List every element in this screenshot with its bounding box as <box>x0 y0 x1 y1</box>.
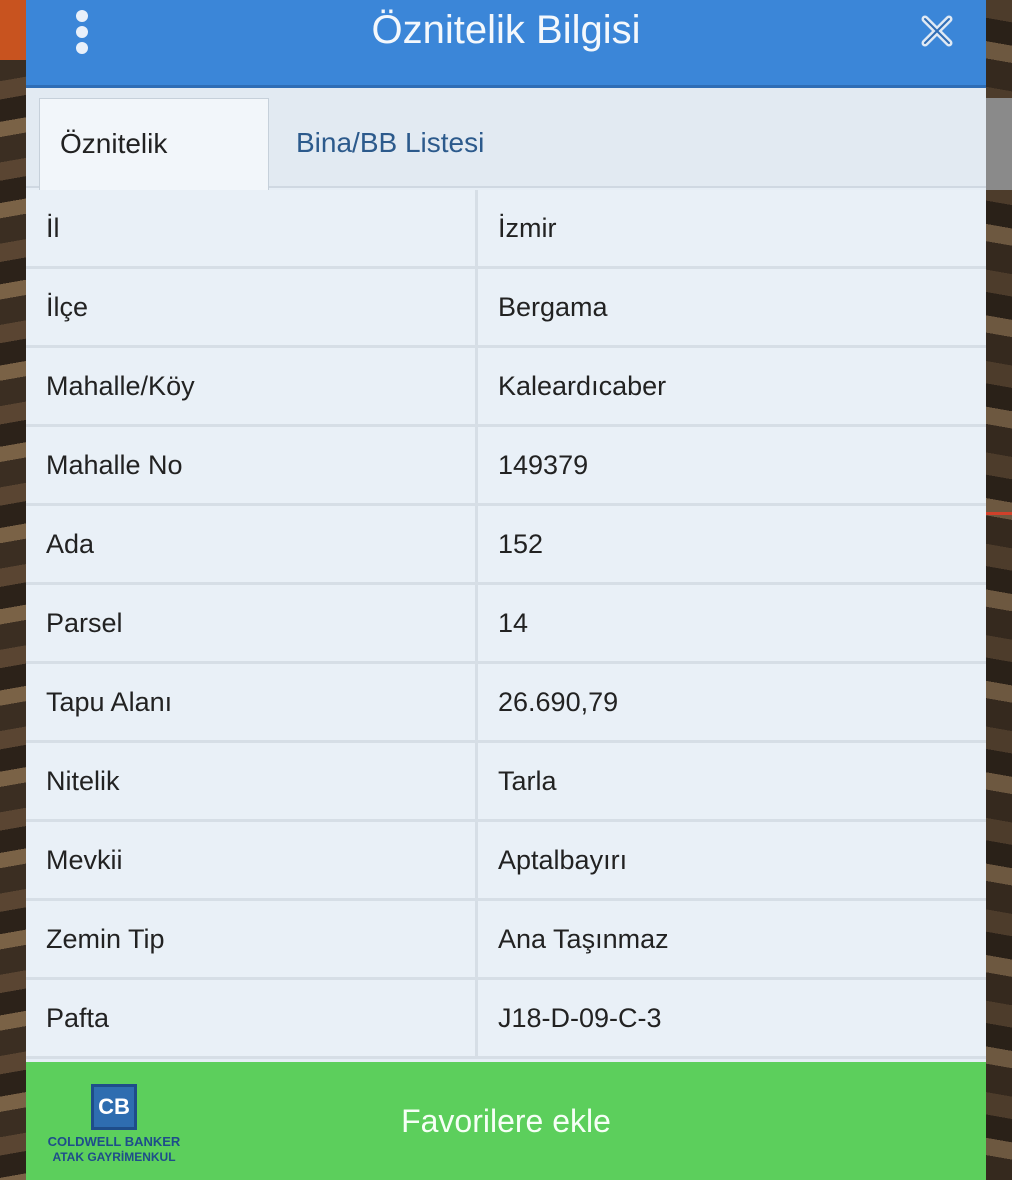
row-value: Aptalbayırı <box>478 822 986 898</box>
tab-attribute-info[interactable]: Öznitelik Bilgisi <box>39 98 269 249</box>
table-row: Tapu Alanı 26.690,79 <box>26 664 986 743</box>
row-value: Kaleardıcaber <box>478 348 986 424</box>
attribute-info-dialog: Öznitelik Bilgisi Öznitelik Bilgisi Bina… <box>26 0 986 1180</box>
row-label: İlçe <box>26 269 478 345</box>
row-label: Ada <box>26 506 478 582</box>
table-row: Mahalle/Köy Kaleardıcaber <box>26 348 986 427</box>
row-label: Mevkii <box>26 822 478 898</box>
table-row: İlçe Bergama <box>26 269 986 348</box>
row-label: Zemin Tip <box>26 901 478 977</box>
row-value: J18-D-09-C-3 <box>478 980 986 1056</box>
row-value: 14 <box>478 585 986 661</box>
dialog-header: Öznitelik Bilgisi <box>26 0 986 88</box>
attribute-table: İl İzmir İlçe Bergama Mahalle/Köy Kalear… <box>26 190 986 1059</box>
row-label: İl <box>26 190 478 266</box>
row-value: 152 <box>478 506 986 582</box>
row-value: 149379 <box>478 427 986 503</box>
row-value: Bergama <box>478 269 986 345</box>
background-map-left-top <box>0 0 26 60</box>
table-row: Pafta J18-D-09-C-3 <box>26 980 986 1059</box>
row-value: İzmir <box>478 190 986 266</box>
table-row: Nitelik Tarla <box>26 743 986 822</box>
row-value: Ana Taşınmaz <box>478 901 986 977</box>
table-row: Ada 152 <box>26 506 986 585</box>
tab-bar: Öznitelik Bilgisi Bina/BB Listesi <box>26 88 986 249</box>
row-label: Nitelik <box>26 743 478 819</box>
dialog-title: Öznitelik Bilgisi <box>371 8 641 52</box>
table-row: İl İzmir <box>26 190 986 269</box>
row-value: Tarla <box>478 743 986 819</box>
table-row: Zemin Tip Ana Taşınmaz <box>26 901 986 980</box>
table-row: Mevkii Aptalbayırı <box>26 822 986 901</box>
row-value: 26.690,79 <box>478 664 986 740</box>
scrollbar-thumb[interactable] <box>986 98 1012 190</box>
cb-logo-icon: CB <box>91 1084 137 1130</box>
tab-building-list[interactable]: Bina/BB Listesi <box>276 98 504 188</box>
background-map-marker <box>986 512 1012 515</box>
coldwell-banker-logo: CB COLDWELL BANKER ATAK GAYRİMENKUL <box>44 1084 184 1168</box>
close-icon[interactable] <box>920 14 954 48</box>
row-label: Pafta <box>26 980 478 1056</box>
logo-line-2: ATAK GAYRİMENKUL <box>52 1150 176 1164</box>
table-row: Mahalle No 149379 <box>26 427 986 506</box>
row-label: Mahalle No <box>26 427 478 503</box>
background-map-left <box>0 0 26 1180</box>
row-label: Parsel <box>26 585 478 661</box>
row-label: Mahalle/Köy <box>26 348 478 424</box>
table-row: Parsel 14 <box>26 585 986 664</box>
row-label: Tapu Alanı <box>26 664 478 740</box>
logo-line-1: COLDWELL BANKER <box>47 1134 181 1149</box>
